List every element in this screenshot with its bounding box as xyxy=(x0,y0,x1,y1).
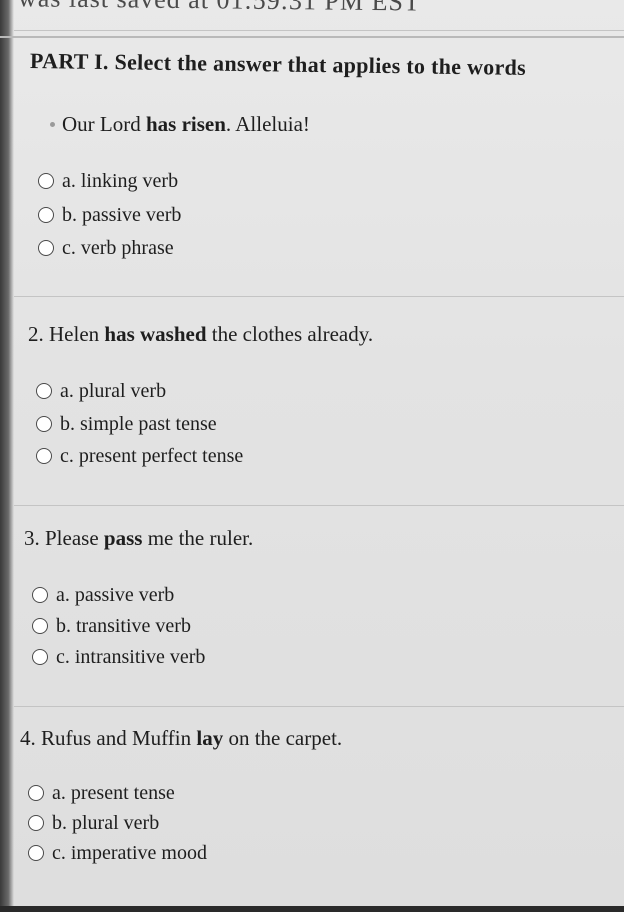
option-label: b. passive verb xyxy=(62,203,182,226)
question-text-before: Helen xyxy=(43,322,105,346)
divider xyxy=(14,30,624,31)
question-4-text: 4. Rufus and Muffin lay on the carpet. xyxy=(20,726,342,751)
option-label: a. linking verb xyxy=(62,169,179,192)
radio-button[interactable] xyxy=(38,173,54,189)
list-bullet xyxy=(50,122,55,127)
radio-button[interactable] xyxy=(32,649,48,665)
option-label: c. imperative mood xyxy=(52,841,207,864)
question-text-after: . Alleluia! xyxy=(225,112,310,136)
option-label: b. simple past tense xyxy=(60,412,217,435)
question-3-text: 3. Please pass me the ruler. xyxy=(24,526,253,551)
option-label: a. plural verb xyxy=(60,379,167,402)
question-number: 2. xyxy=(28,322,44,346)
question-1-text: Our Lord has risen. Alleluia! xyxy=(62,112,310,137)
question-1-option-a[interactable]: a. linking verb xyxy=(38,168,178,194)
question-text-before: Our Lord xyxy=(62,112,146,136)
radio-button[interactable] xyxy=(28,845,44,861)
option-label: b. transitive verb xyxy=(56,614,191,637)
question-2-option-b[interactable]: b. simple past tense xyxy=(36,411,217,437)
radio-button[interactable] xyxy=(32,587,48,603)
radio-button[interactable] xyxy=(28,815,44,831)
question-number: 4. xyxy=(20,726,36,750)
question-text-before: Please xyxy=(39,526,104,550)
divider xyxy=(14,505,624,506)
question-3-option-b[interactable]: b. transitive verb xyxy=(32,613,191,639)
option-label: c. present perfect tense xyxy=(60,444,244,467)
question-3-option-a[interactable]: a. passive verb xyxy=(32,582,174,608)
question-text-after: me the ruler. xyxy=(142,526,254,550)
radio-button[interactable] xyxy=(32,618,48,634)
question-text-before: Rufus and Muffin xyxy=(35,726,197,750)
option-label: c. intransitive verb xyxy=(56,645,206,668)
question-4-option-a[interactable]: a. present tense xyxy=(28,780,175,806)
saved-bar: was last saved at 01:59:31 PM EST xyxy=(0,0,624,38)
question-highlight: has washed xyxy=(104,322,207,346)
option-label: a. present tense xyxy=(52,781,175,804)
question-text-after: the clothes already. xyxy=(206,322,374,346)
question-3-option-c[interactable]: c. intransitive verb xyxy=(32,644,205,670)
part-title: PART I. Select the answer that applies t… xyxy=(29,48,527,80)
question-4-option-b[interactable]: b. plural verb xyxy=(28,810,159,836)
radio-button[interactable] xyxy=(36,416,52,432)
quiz-page: was last saved at 01:59:31 PM EST PART I… xyxy=(0,0,624,912)
question-highlight: lay xyxy=(196,726,224,750)
question-2-option-a[interactable]: a. plural verb xyxy=(36,378,166,404)
radio-button[interactable] xyxy=(28,785,44,801)
screen-edge xyxy=(0,0,14,912)
option-label: c. verb phrase xyxy=(62,236,174,259)
radio-button[interactable] xyxy=(36,448,52,464)
question-2-text: 2. Helen has washed the clothes already. xyxy=(28,322,373,347)
divider xyxy=(14,706,624,707)
screen-bottom-edge xyxy=(0,906,624,912)
radio-button[interactable] xyxy=(38,240,54,256)
question-text-after: on the carpet. xyxy=(223,726,343,750)
question-4-option-c[interactable]: c. imperative mood xyxy=(28,840,207,866)
divider xyxy=(14,296,624,297)
question-1-option-c[interactable]: c. verb phrase xyxy=(38,235,174,261)
option-label: b. plural verb xyxy=(52,811,160,834)
question-2-option-c[interactable]: c. present perfect tense xyxy=(36,443,243,469)
question-highlight: pass xyxy=(103,526,143,550)
question-1-option-b[interactable]: b. passive verb xyxy=(38,202,181,228)
radio-button[interactable] xyxy=(38,207,54,223)
option-label: a. passive verb xyxy=(56,583,175,606)
radio-button[interactable] xyxy=(36,383,52,399)
saved-notice: was last saved at 01:59:31 PM EST xyxy=(18,0,538,19)
question-number: 3. xyxy=(24,526,40,550)
question-highlight: has risen xyxy=(145,112,226,136)
